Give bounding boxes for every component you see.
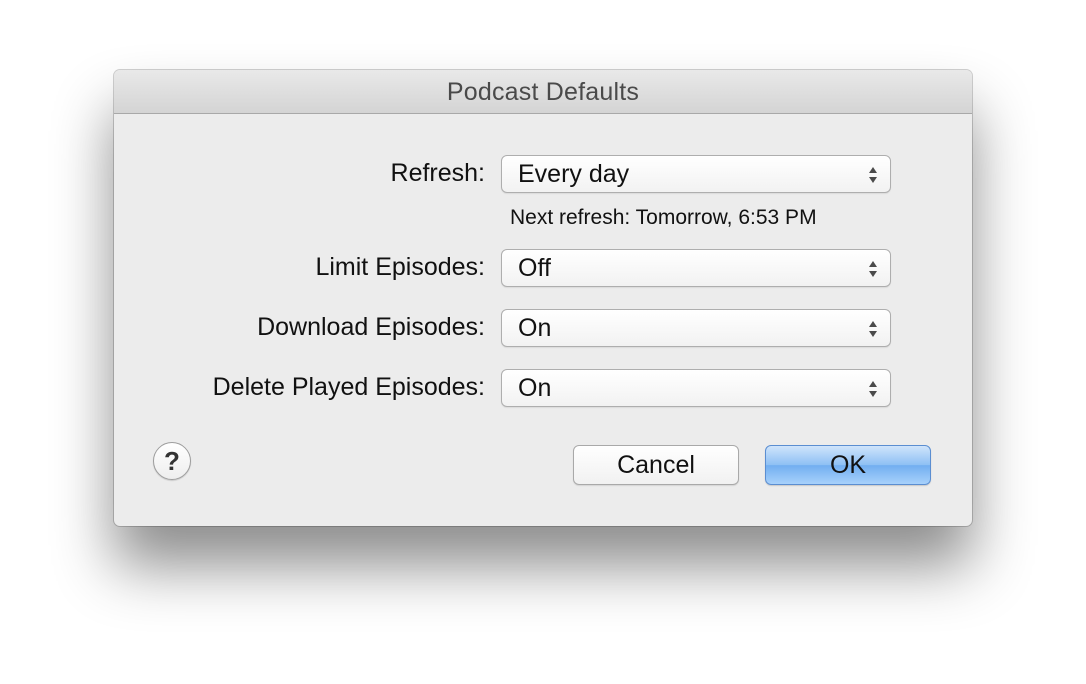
limit-episodes-label: Limit Episodes: xyxy=(315,253,485,281)
download-episodes-label: Download Episodes: xyxy=(257,313,485,341)
next-refresh-text: Next refresh: Tomorrow, 6:53 PM xyxy=(510,206,817,229)
cancel-button[interactable]: Cancel xyxy=(573,445,739,485)
help-button[interactable]: ? xyxy=(153,442,191,480)
refresh-popup[interactable]: Every day xyxy=(501,155,891,193)
up-down-arrows-icon xyxy=(869,381,877,397)
cancel-button-label: Cancel xyxy=(617,451,695,479)
delete-played-episodes-popup[interactable]: On xyxy=(501,369,891,407)
up-down-arrows-icon xyxy=(869,167,877,183)
window-title: Podcast Defaults xyxy=(446,78,640,106)
delete-played-episodes-value: On xyxy=(518,374,552,402)
download-episodes-popup[interactable]: On xyxy=(501,309,891,347)
download-episodes-value: On xyxy=(518,314,552,342)
podcast-defaults-dialog: Podcast Defaults Refresh: Every day Next… xyxy=(114,70,972,526)
delete-played-episodes-label: Delete Played Episodes: xyxy=(212,373,485,401)
up-down-arrows-icon xyxy=(869,261,877,277)
up-down-arrows-icon xyxy=(869,321,877,337)
refresh-label: Refresh: xyxy=(390,159,485,187)
limit-episodes-popup[interactable]: Off xyxy=(501,249,891,287)
limit-episodes-value: Off xyxy=(518,254,551,282)
refresh-value: Every day xyxy=(518,160,630,188)
ok-button[interactable]: OK xyxy=(765,445,931,485)
help-icon: ? xyxy=(164,446,180,476)
title-bar[interactable]: Podcast Defaults xyxy=(114,70,972,114)
ok-button-label: OK xyxy=(829,451,867,479)
screen: Podcast Defaults Refresh: Every day Next… xyxy=(0,0,1086,684)
